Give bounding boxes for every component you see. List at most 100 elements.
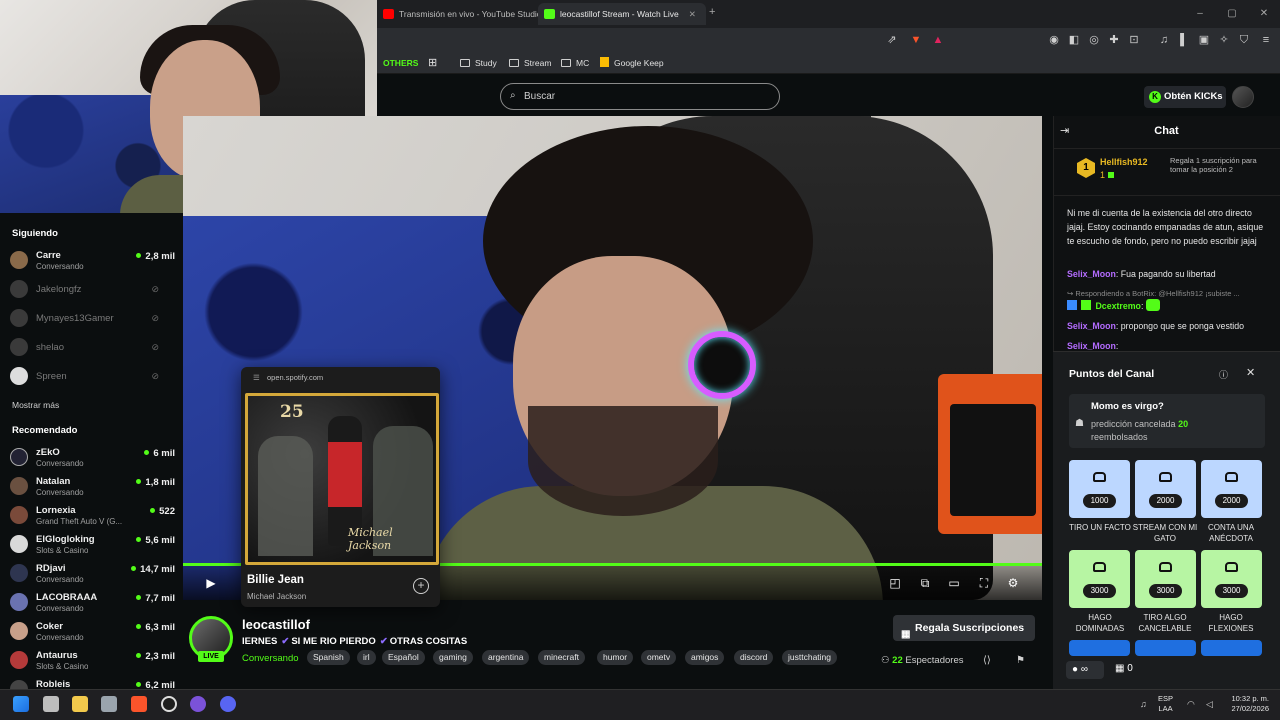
sidebar-item-mynayes13gamer[interactable]: Mynayes13Gamer ⊘ <box>10 306 175 332</box>
sidebar-item-lacobraaa[interactable]: LACOBRAAA Conversando 7,7 mil <box>10 590 175 616</box>
leo-ai-icon[interactable]: ✧ <box>1217 33 1231 47</box>
tag-humor[interactable]: humor <box>597 650 634 665</box>
tag-amigos[interactable]: amigos <box>685 650 725 665</box>
sidebar-item-spreen[interactable]: Spreen ⊘ <box>10 364 175 390</box>
stream-category[interactable]: Conversando <box>242 653 299 664</box>
play-icon[interactable]: ▶ <box>203 576 219 590</box>
share-page-icon[interactable]: ⇗ <box>885 33 899 47</box>
reward-tiro-un-facto[interactable]: 1000 <box>1069 460 1130 518</box>
sidebar-item-zeko[interactable]: zEkO Conversando 6 mil <box>10 445 175 471</box>
tag-justtchating[interactable]: justtchating <box>782 650 837 665</box>
song-artist[interactable]: Michael Jackson <box>247 592 306 601</box>
theater-mode-icon[interactable]: ▭ <box>946 576 962 590</box>
sidebar-item-antaurus[interactable]: Antaurus Slots & Casino 2,3 mil <box>10 648 175 674</box>
close-window-icon[interactable]: ✕ <box>1248 0 1280 28</box>
sidebar-item-jakelongfz[interactable]: Jakelongfz ⊘ <box>10 277 175 303</box>
user-avatar[interactable] <box>1232 86 1254 108</box>
reward-item[interactable] <box>1201 640 1262 656</box>
brave-shields-icon[interactable]: ▼ <box>909 33 923 47</box>
sidebar-item-carre[interactable]: Carre Conversando 2,8 mil <box>10 248 175 274</box>
reward-hago-flexiones[interactable]: 3000 <box>1201 550 1262 608</box>
gift-cta-text[interactable]: Regala 1 suscripción para tomar la posic… <box>1170 156 1270 174</box>
reward-conta-una-anecdota[interactable]: 2000 <box>1201 460 1262 518</box>
clock[interactable]: 10:32 p. m. 27/02/2026 <box>1225 694 1269 714</box>
vpn-shield-icon[interactable]: ⛉ <box>1237 33 1251 47</box>
music-icon[interactable]: ♫ <box>1157 33 1171 47</box>
tag-gaming[interactable]: gaming <box>433 650 473 665</box>
close-tab-icon[interactable]: ✕ <box>689 9 696 19</box>
folder-icon <box>561 59 571 67</box>
tag-irl[interactable]: irl <box>357 650 376 665</box>
sidebar-item-natalan[interactable]: Natalan Conversando 1,8 mil <box>10 474 175 500</box>
reward-tiro-algo-cancelable[interactable]: 3000 <box>1135 550 1196 608</box>
fullscreen-icon[interactable]: ⛶ <box>976 576 992 590</box>
show-more-link[interactable]: Mostrar más <box>12 400 59 410</box>
search-input[interactable]: ⌕ Buscar <box>500 83 780 110</box>
extension-icon[interactable]: ◎ <box>1087 33 1101 47</box>
offline-icon: ⊘ <box>151 342 159 352</box>
tab-youtube-studio[interactable]: Transmisión en vivo - YouTube Studio <box>377 3 552 25</box>
tag-espanol[interactable]: Español <box>382 650 425 665</box>
channel-points-balance[interactable]: ● ∞ <box>1066 661 1104 679</box>
share-icon[interactable]: ⟨⟩ <box>983 655 991 666</box>
sidebar-item-rdjavi[interactable]: RDjavi Conversando 14,7 mil <box>10 561 175 587</box>
mini-player-icon[interactable]: ◰ <box>887 576 903 590</box>
sidebar-item-coker[interactable]: Coker Conversando 6,3 mil <box>10 619 175 645</box>
add-to-library-icon[interactable]: + <box>413 578 429 594</box>
channel-name[interactable]: leocastillof <box>242 617 310 632</box>
calculator-icon[interactable] <box>101 696 117 712</box>
clip-icon[interactable]: ⧉ <box>917 576 933 590</box>
tab-kick-stream[interactable]: leocastillof Stream - Watch Live ✕ <box>538 3 706 25</box>
brave-rewards-icon[interactable]: ▲ <box>931 33 945 47</box>
windows-start-icon[interactable] <box>13 696 29 712</box>
tag-minecraft[interactable]: minecraft <box>538 650 585 665</box>
extension-icon[interactable]: ⊡ <box>1127 33 1141 47</box>
tag-spanish[interactable]: Spanish <box>307 650 350 665</box>
task-view-icon[interactable] <box>43 696 59 712</box>
extension-icon[interactable]: ◉ <box>1047 33 1061 47</box>
top-gifter-name[interactable]: Hellfish912 <box>1100 157 1148 167</box>
puzzle-icon[interactable]: ✚ <box>1107 33 1121 47</box>
gift-balance[interactable]: ▦ 0 <box>1115 663 1133 674</box>
extension-icon[interactable]: ◧ <box>1067 33 1081 47</box>
get-kicks-button[interactable]: K Obtén KICKs <box>1144 86 1226 108</box>
sidebar-toggle-icon[interactable]: ▌ <box>1177 33 1191 47</box>
bookmark-others[interactable]: OTHERS <box>383 56 418 70</box>
obs-icon[interactable] <box>161 696 177 712</box>
info-icon[interactable]: ⓘ <box>1219 368 1228 381</box>
bookmark-google-keep[interactable]: Google Keep <box>600 56 664 70</box>
sidebar-item-lornexia[interactable]: Lornexia Grand Theft Auto V (G... 522 <box>10 503 175 529</box>
sidebar-item-elglogloking[interactable]: ElGlogloking Slots & Casino 5,6 mil <box>10 532 175 558</box>
keyboard-language[interactable]: ESP LAA <box>1158 694 1173 714</box>
tag-discord[interactable]: discord <box>734 650 774 665</box>
reward-stream-con-mi-gato[interactable]: 2000 <box>1135 460 1196 518</box>
following-heading: Siguiendo <box>12 228 58 239</box>
bookmark-study[interactable]: Study <box>460 56 497 70</box>
gift-subscriptions-button[interactable]: ▦ Regala Suscripciones <box>893 615 1035 641</box>
wifi-icon[interactable]: ◠ <box>1187 699 1195 710</box>
apps-grid-icon[interactable]: ⊞ <box>428 56 437 70</box>
maximize-icon[interactable]: ▢ <box>1216 0 1248 28</box>
reward-hago-dominadas[interactable]: 3000 <box>1069 550 1130 608</box>
bookmark-stream[interactable]: Stream <box>509 56 551 70</box>
reward-item[interactable] <box>1069 640 1130 656</box>
report-icon[interactable]: ⚑ <box>1016 655 1025 666</box>
bookmark-mc[interactable]: MC <box>561 56 589 70</box>
tag-argentina[interactable]: argentina <box>482 650 530 665</box>
microphone-icon[interactable]: ♫ <box>1140 699 1147 709</box>
reward-item[interactable] <box>1135 640 1196 656</box>
brave-browser-icon[interactable] <box>131 696 147 712</box>
close-icon[interactable]: ✕ <box>1246 366 1255 379</box>
settings-gear-icon[interactable]: ⚙ <box>1005 576 1021 590</box>
sidebar-item-shelao[interactable]: shelao ⊘ <box>10 335 175 361</box>
sidebar-item-robleis[interactable]: Robleis 6,2 mil <box>10 677 175 689</box>
app-icon[interactable] <box>190 696 206 712</box>
file-explorer-icon[interactable] <box>72 696 88 712</box>
tag-ometv[interactable]: ometv <box>641 650 677 665</box>
wallet-icon[interactable]: ▣ <box>1197 33 1211 47</box>
menu-icon[interactable]: ≡ <box>1259 33 1273 47</box>
discord-icon[interactable] <box>220 696 236 712</box>
new-tab-button[interactable]: + <box>709 6 715 18</box>
volume-icon[interactable]: ◁ <box>1206 699 1213 710</box>
minimize-icon[interactable]: – <box>1184 0 1216 28</box>
